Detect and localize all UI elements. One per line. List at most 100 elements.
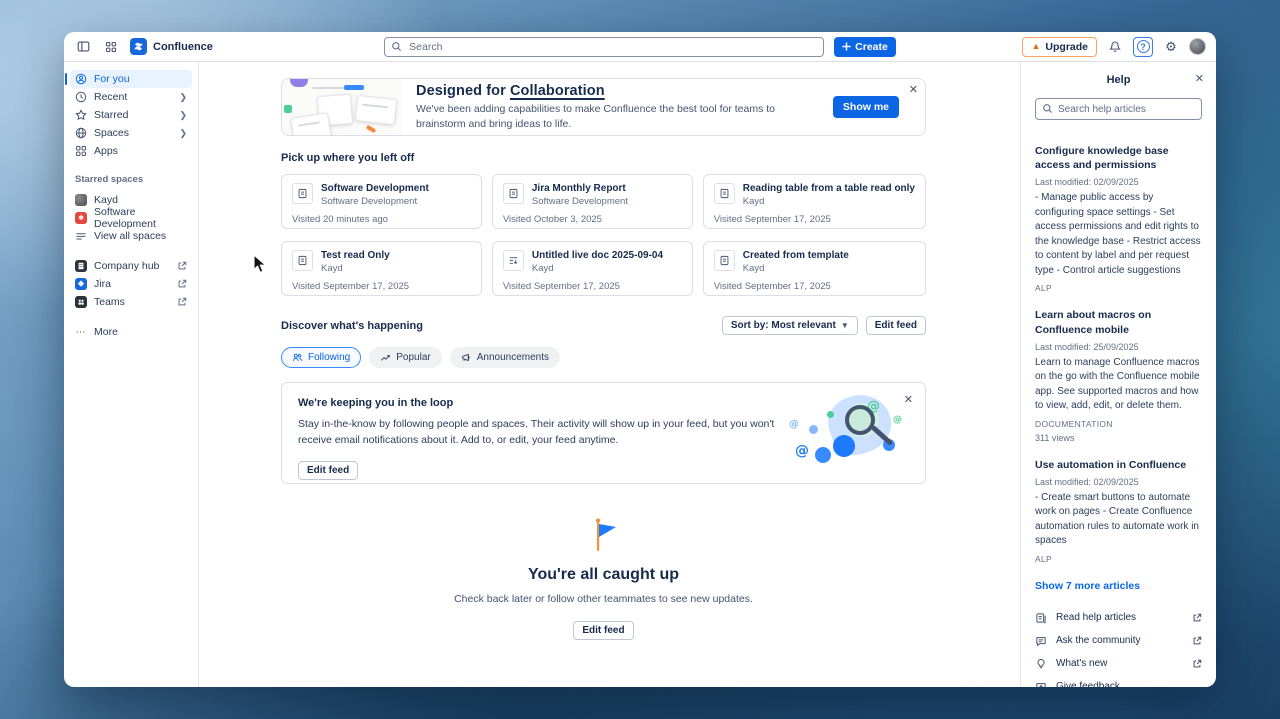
feedback-icon — [1035, 681, 1047, 687]
caught-up-title: You're all caught up — [528, 566, 679, 584]
pickup-card[interactable]: Created from templateKayd Visited Septem… — [703, 241, 926, 296]
list-lines-icon — [75, 230, 87, 242]
sidebar-item-for-you[interactable]: For you — [70, 70, 192, 88]
globe-icon — [75, 127, 87, 139]
lightbulb-icon — [1035, 658, 1047, 670]
banner-illustration — [282, 79, 402, 135]
sort-dropdown[interactable]: Sort by: Most relevant ▼ — [722, 316, 858, 335]
notifications-bell-icon[interactable] — [1106, 38, 1124, 56]
sidebar-item-more[interactable]: ⋯ More — [70, 323, 192, 341]
help-button[interactable]: ? — [1133, 37, 1153, 57]
main-content: Designed for Collaboration We've been ad… — [199, 62, 1020, 687]
kayd-space-avatar — [75, 194, 87, 206]
star-icon — [75, 109, 87, 121]
sidebar-item-company-hub[interactable]: Company hub — [70, 257, 192, 275]
page-icon — [503, 183, 524, 204]
articles-icon — [1035, 612, 1047, 624]
sidebar-item-teams[interactable]: Teams — [70, 293, 192, 311]
settings-gear-icon[interactable]: ⚙ — [1162, 38, 1180, 56]
external-link-icon — [1192, 613, 1202, 623]
pickup-card[interactable]: Jira Monthly ReportSoftware Development … — [492, 174, 693, 229]
visited-label: Visited 20 minutes ago — [292, 214, 471, 225]
software-development-space-avatar: ✱ — [75, 212, 87, 224]
help-menu: Read help articles Ask the community Wha… — [1035, 610, 1202, 687]
help-article[interactable]: Learn about macros on Confluence mobile … — [1035, 308, 1202, 442]
help-search — [1035, 98, 1202, 120]
pickup-heading: Pick up where you left off — [281, 152, 926, 164]
caught-up-body: Check back later or follow other teammat… — [454, 593, 753, 605]
sidebar-item-recent[interactable]: Recent ❯ — [70, 88, 192, 106]
comment-icon — [1035, 635, 1047, 647]
menu-read-help-articles[interactable]: Read help articles — [1035, 610, 1202, 626]
views-count: 311 views — [1035, 433, 1202, 443]
sidebar-item-starred[interactable]: Starred ❯ — [70, 106, 192, 124]
visited-label: Visited September 17, 2025 — [292, 281, 471, 292]
help-article[interactable]: Configure knowledge base access and perm… — [1035, 144, 1202, 293]
edit-feed-button[interactable]: Edit feed — [573, 621, 633, 640]
trend-icon — [380, 352, 391, 363]
show-me-button[interactable]: Show me — [833, 96, 899, 118]
create-button[interactable]: Create — [834, 37, 896, 57]
sidebar-space-software-development[interactable]: ✱ Software Development — [70, 209, 192, 227]
chevron-right-icon: ❯ — [179, 92, 187, 103]
clock-icon — [75, 91, 87, 103]
sidebar-view-all-spaces[interactable]: View all spaces — [70, 227, 192, 245]
product-name: Confluence — [153, 41, 213, 53]
visited-label: Visited October 3, 2025 — [503, 214, 682, 225]
external-link-icon — [177, 279, 187, 289]
sidebar-toggle-icon[interactable] — [74, 38, 92, 56]
question-icon: ? — [1137, 40, 1150, 53]
help-panel-title: Help — [1107, 74, 1131, 86]
help-search-input[interactable] — [1035, 98, 1202, 120]
pickup-card[interactable]: Reading table from a table read onlyKayd… — [703, 174, 926, 229]
search-input[interactable] — [384, 37, 824, 57]
people-icon — [292, 352, 303, 363]
visited-label: Visited September 17, 2025 — [714, 281, 915, 292]
edit-feed-button[interactable]: Edit feed — [866, 316, 926, 335]
caught-up-section: You're all caught up Check back later or… — [281, 518, 926, 640]
external-link-icon — [1192, 636, 1202, 646]
help-article[interactable]: Use automation in Confluence Last modifi… — [1035, 458, 1202, 564]
search-icon — [391, 41, 402, 52]
menu-ask-the-community[interactable]: Ask the community — [1035, 633, 1202, 649]
pickup-card[interactable]: Test read OnlyKayd Visited September 17,… — [281, 241, 482, 296]
flag-icon — [589, 518, 619, 552]
filter-popular[interactable]: Popular — [369, 347, 441, 368]
confluence-logo-icon — [130, 38, 147, 55]
top-navigation-bar: Confluence Create ▲ Upgrade ? — [64, 32, 1216, 62]
banner-close-icon[interactable]: ✕ — [909, 83, 918, 96]
jira-icon — [75, 278, 87, 290]
chevron-right-icon: ❯ — [179, 110, 187, 121]
page-icon — [292, 250, 313, 271]
confluence-home-link[interactable]: Confluence — [130, 38, 213, 55]
menu-whats-new[interactable]: What's new — [1035, 656, 1202, 672]
pickup-card[interactable]: Software DevelopmentSoftware Development… — [281, 174, 482, 229]
pickup-cards: Software DevelopmentSoftware Development… — [281, 174, 926, 296]
show-more-articles-link[interactable]: Show 7 more articles — [1035, 580, 1202, 592]
pickup-card[interactable]: Untitled live doc 2025-09-04Kayd Visited… — [492, 241, 693, 296]
megaphone-icon — [461, 352, 472, 363]
sidebar-item-apps[interactable]: Apps — [70, 142, 192, 160]
sidebar-item-spaces[interactable]: Spaces ❯ — [70, 124, 192, 142]
left-sidebar: For you Recent ❯ Starred ❯ Spaces ❯ Apps — [64, 62, 199, 687]
person-circle-icon — [75, 73, 87, 85]
help-close-icon[interactable]: ✕ — [1195, 72, 1204, 85]
page-icon — [714, 183, 735, 204]
plus-icon — [842, 42, 851, 51]
sidebar-item-jira[interactable]: Jira — [70, 275, 192, 293]
filter-following[interactable]: Following — [281, 347, 361, 368]
global-search — [384, 37, 824, 57]
user-avatar[interactable] — [1189, 38, 1206, 55]
app-switcher-icon[interactable] — [102, 38, 120, 56]
external-link-icon — [177, 297, 187, 307]
keeping-in-loop-card: We're keeping you in the loop Stay in-th… — [281, 382, 926, 484]
upgrade-button[interactable]: ▲ Upgrade — [1022, 37, 1097, 57]
menu-give-feedback[interactable]: Give feedback — [1035, 679, 1202, 687]
feed-filters: Following Popular Announcements — [281, 347, 926, 368]
live-doc-icon — [503, 250, 524, 271]
filter-announcements[interactable]: Announcements — [450, 347, 560, 368]
help-panel: Help ✕ Configure knowledge base access a… — [1020, 62, 1216, 687]
chevron-right-icon: ❯ — [179, 128, 187, 139]
edit-feed-button[interactable]: Edit feed — [298, 461, 358, 480]
banner-body: We've been adding capabilities to make C… — [416, 102, 819, 130]
